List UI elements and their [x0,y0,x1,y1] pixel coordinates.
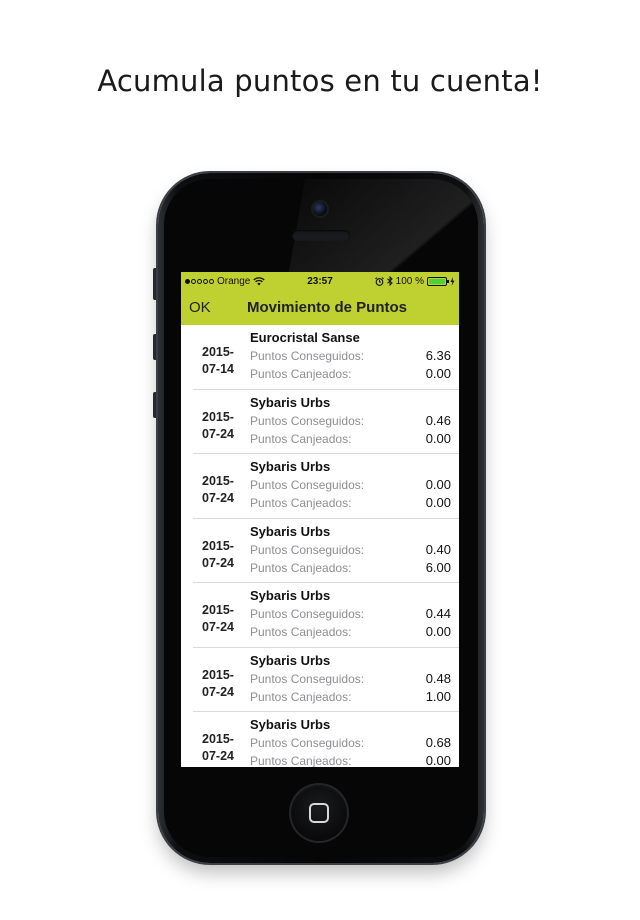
points-movement-list[interactable]: 2015- 07-14 Eurocristal Sanse Puntos Con… [181,325,459,767]
movement-date: 2015- 07-14 [202,345,234,376]
alarm-icon [374,276,384,286]
charging-bolt-icon [450,276,455,286]
earned-label: Puntos Conseguidos: [250,478,365,492]
speaker-grille [292,230,350,241]
list-item[interactable]: 2015- 07-24 Sybaris Urbs Puntos Consegui… [193,454,459,519]
store-name: Sybaris Urbs [250,717,331,732]
earned-label: Puntos Conseguidos: [250,542,365,557]
store-name: Sybaris Urbs [250,523,331,539]
redeemed-value: 0.00 [425,430,451,446]
earned-value: 0.40 [425,541,451,557]
home-button[interactable] [291,785,347,841]
list-item[interactable]: 2015- 07-14 Eurocristal Sanse Puntos Con… [193,325,459,390]
redeemed-label: Puntos Canjeados: [250,754,352,767]
redeemed-label: Puntos Canjeados: [250,496,352,510]
earned-value: 6.36 [425,348,451,363]
earned-value: 0.48 [425,670,451,686]
movement-date: 2015- 07-24 [202,538,234,570]
ok-button[interactable]: OK [189,299,211,316]
list-item[interactable]: 2015- 07-24 Sybaris Urbs Puntos Consegui… [193,389,459,454]
redeemed-label: Puntos Canjeados: [250,367,352,381]
camera-icon [313,202,327,216]
redeemed-value: 0.00 [425,624,451,639]
status-time: 23:57 [307,275,333,287]
bluetooth-icon [386,276,393,286]
store-name: Eurocristal Sanse [250,330,360,345]
store-name: Sybaris Urbs [250,588,331,603]
redeemed-value: 6.00 [425,559,451,575]
list-item[interactable]: 2015- 07-24 Sybaris Urbs Puntos Consegui… [193,518,459,583]
earned-label: Puntos Conseguidos: [250,736,365,750]
redeemed-label: Puntos Canjeados: [250,431,352,446]
list-item[interactable]: 2015- 07-24 Sybaris Urbs Puntos Consegui… [193,583,459,648]
list-item[interactable]: 2015- 07-24 Sybaris Urbs Puntos Consegui… [193,712,459,767]
earned-value: 0.00 [425,477,451,492]
store-name: Sybaris Urbs [250,459,331,474]
redeemed-value: 0.00 [425,495,451,510]
earned-value: 0.44 [425,606,451,621]
store-name: Sybaris Urbs [250,394,331,410]
battery-icon [427,276,449,286]
list-item[interactable]: 2015- 07-24 Sybaris Urbs Puntos Consegui… [193,647,459,712]
signal-dots-icon [185,278,214,284]
page-title: Movimiento de Puntos [246,299,407,316]
movement-date: 2015- 07-24 [202,603,234,634]
app-screen: Orange 23:57 100 % OK Movimiento de Punt… [181,272,459,767]
redeemed-label: Puntos Canjeados: [250,560,352,575]
wifi-icon [253,276,266,285]
earned-value: 0.46 [425,412,451,428]
redeemed-label: Puntos Canjeados: [250,689,352,704]
earned-label: Puntos Conseguidos: [250,349,365,363]
store-name: Sybaris Urbs [250,652,331,668]
movement-date: 2015- 07-24 [202,474,234,505]
promo-headline: Acumula puntos en tu cuenta! [97,64,543,98]
home-square-icon [309,803,329,823]
carrier-label: Orange [217,275,251,287]
redeemed-value: 0.00 [425,753,451,767]
status-bar: Orange 23:57 100 % [181,272,459,290]
earned-label: Puntos Conseguidos: [250,671,365,686]
redeemed-label: Puntos Canjeados: [250,625,352,639]
earned-label: Puntos Conseguidos: [250,413,365,428]
navigation-bar: OK Movimiento de Puntos [181,290,459,325]
earned-value: 0.68 [425,735,451,750]
movement-date: 2015- 07-24 [202,409,234,441]
movement-date: 2015- 07-24 [202,732,234,763]
redeemed-value: 1.00 [425,688,451,704]
battery-percent: 100 % [395,275,424,287]
movement-date: 2015- 07-24 [202,667,234,699]
earned-label: Puntos Conseguidos: [250,607,365,621]
redeemed-value: 0.00 [425,366,451,381]
